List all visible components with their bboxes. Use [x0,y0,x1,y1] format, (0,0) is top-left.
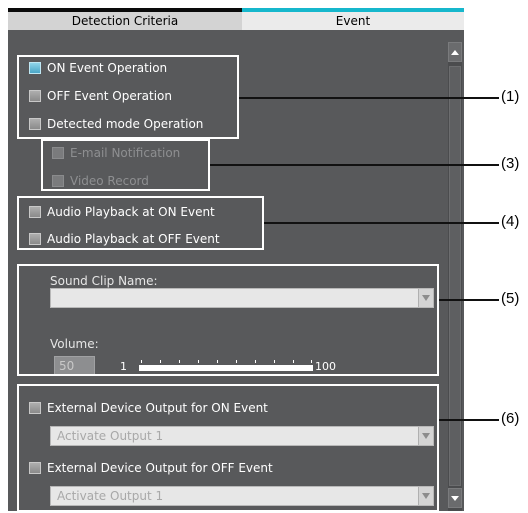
tab-event[interactable]: Event [242,8,464,30]
annotation-box-4 [17,196,264,250]
callout-line-6 [439,419,499,421]
callout-line-1 [239,97,499,99]
annotation-box-1 [17,55,239,139]
scrollbar-thumb[interactable] [449,66,461,486]
annotation-box-6 [17,384,439,512]
callout-line-4 [264,222,499,224]
tab-detection-criteria[interactable]: Detection Criteria [8,8,242,30]
callout-label-4: (4) [501,213,520,230]
callout-label-3: (3) [501,155,520,172]
callout-label-5: (5) [501,290,520,307]
callout-line-3 [210,164,499,166]
annotation-box-3 [41,139,210,191]
callout-label-1: (1) [501,88,520,105]
scroll-up-button[interactable] [448,42,462,62]
arrow-up-icon [451,50,459,55]
annotation-box-5 [17,264,439,376]
arrow-down-icon [451,496,459,501]
callout-line-5 [439,299,499,301]
scroll-down-button[interactable] [448,488,462,508]
callout-label-6: (6) [501,410,520,427]
